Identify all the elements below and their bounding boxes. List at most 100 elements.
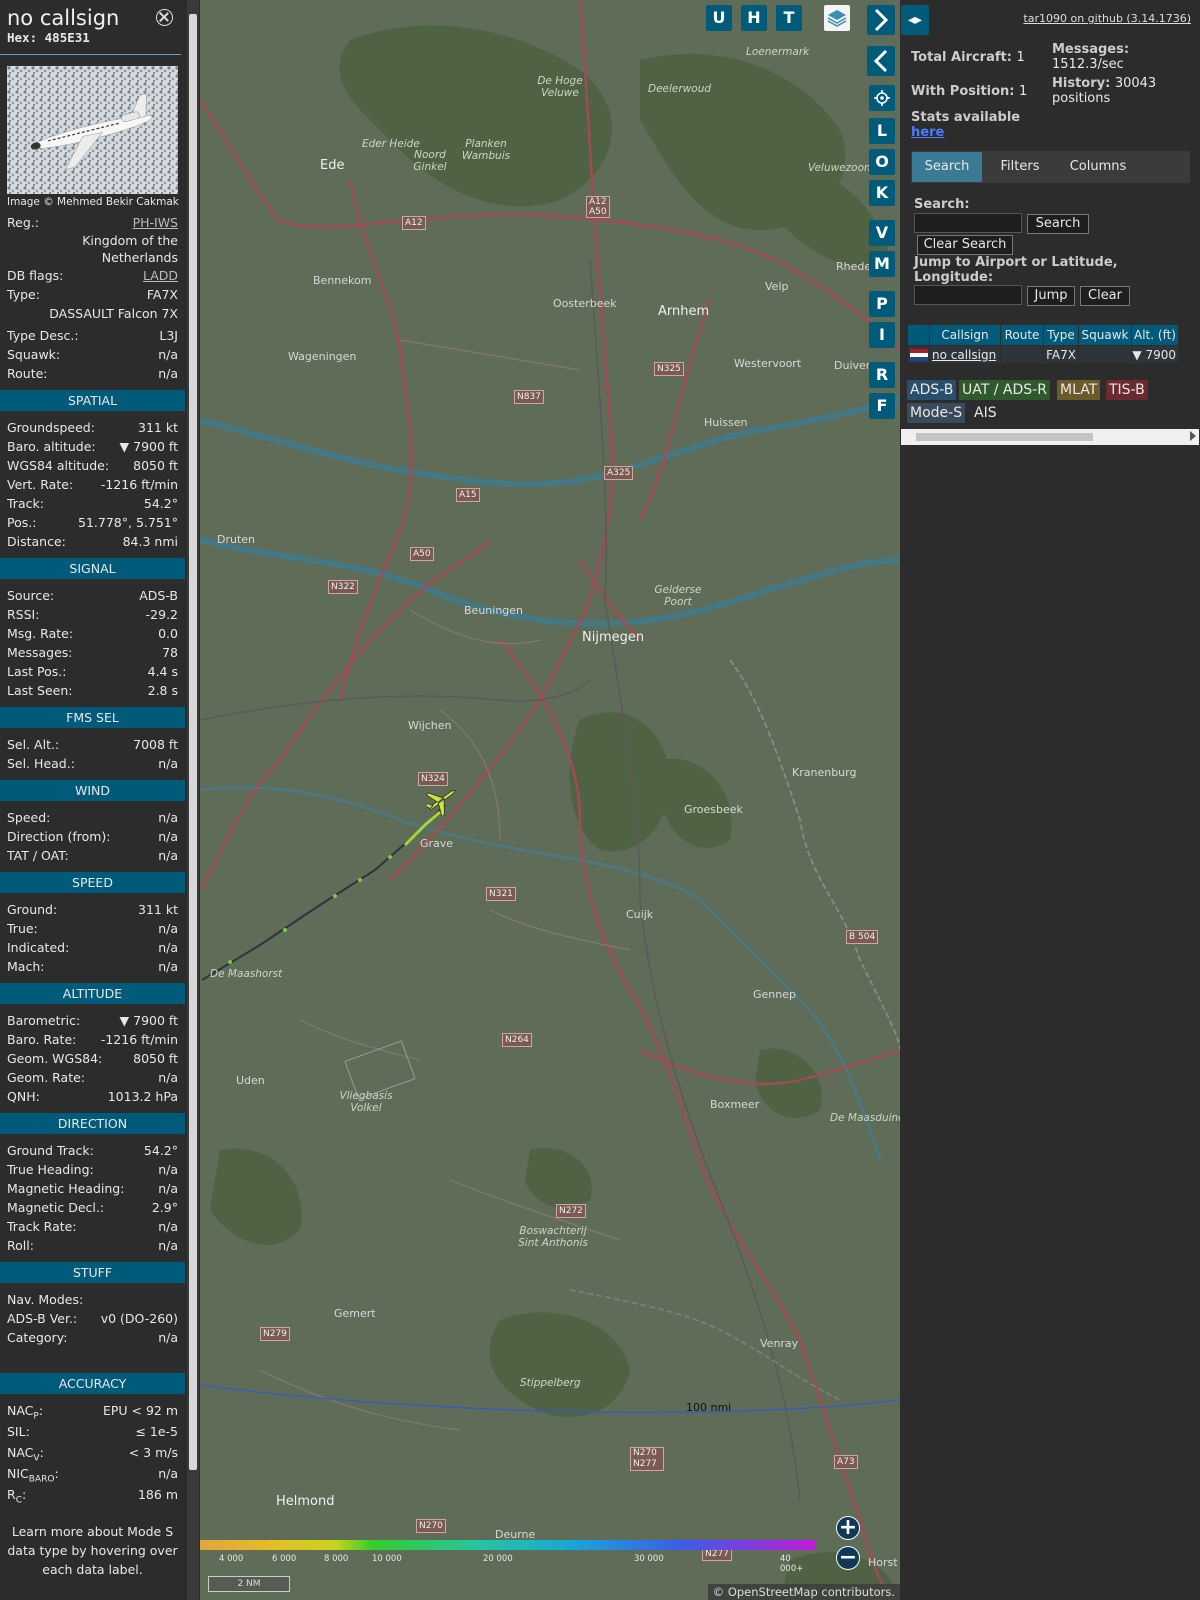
speed-label: Indicated: <box>7 940 70 955</box>
toggle-l-button[interactable]: L <box>869 118 895 144</box>
tab-filters[interactable]: Filters <box>985 152 1055 182</box>
stuff-value: n/a <box>158 1330 178 1345</box>
ladd-link[interactable]: LADD <box>143 266 178 285</box>
accuracy-value: < 3 m/s <box>128 1445 178 1460</box>
signal-label: Last Pos.: <box>7 664 67 679</box>
col-squawk[interactable]: Squawk <box>1079 325 1131 345</box>
nature-label: Veluwezoom <box>808 162 875 174</box>
place-label: Cuijk <box>626 908 654 921</box>
spatial-label: Vert. Rate: <box>7 477 74 492</box>
toggle-h-button[interactable]: H <box>741 5 767 31</box>
place-label: Kranenburg <box>792 766 857 779</box>
toggle-o-button[interactable]: O <box>869 149 895 175</box>
aircraft-marker-icon[interactable] <box>426 786 460 816</box>
stats-label: Stats available <box>911 110 1021 125</box>
aircraft-header: no callsign Hex: 485E31 <box>0 0 181 55</box>
stats-here-link[interactable]: here <box>911 125 1020 140</box>
close-icon[interactable] <box>156 9 173 26</box>
toggle-v-button[interactable]: V <box>869 220 895 246</box>
altitude-rows: Barometric: ▼ 7900 ft Baro. Rate: -1216 ft/… <box>0 1011 185 1106</box>
clear-search-button[interactable]: Clear Search <box>917 235 1013 255</box>
aircraft-photo[interactable] <box>7 66 178 194</box>
hex-label: Hex: <box>7 30 38 45</box>
signal-value: 78 <box>162 645 178 660</box>
spatial-label: Groundspeed: <box>7 420 95 435</box>
speed-value: n/a <box>158 940 178 955</box>
place-label: Rhede <box>836 260 872 273</box>
source-adsb-badge: ADS-B <box>907 380 957 400</box>
signal-row: Last Pos.: 4.4 s <box>0 662 185 681</box>
toggle-t-button[interactable]: T <box>776 5 802 31</box>
toggle-k-button[interactable]: K <box>869 180 895 206</box>
signal-label: Messages: <box>7 645 73 660</box>
jump-input[interactable] <box>914 285 1022 305</box>
info-scrollbar[interactable] <box>187 0 199 1600</box>
stuff-label: ADS-B Ver.: <box>7 1311 78 1326</box>
toggle-p-button[interactable]: P <box>869 291 895 317</box>
nature-label: De Hoge Veluwe <box>537 75 583 99</box>
zoom-out-icon[interactable]: − <box>836 1546 860 1570</box>
squawk-label: Squawk: <box>7 347 61 362</box>
table-horizontal-scrollbar[interactable] <box>901 429 1199 445</box>
place-label: Grave <box>420 837 454 850</box>
section-stuff: STUFF <box>0 1262 185 1283</box>
toggle-f-button[interactable]: F <box>869 393 895 419</box>
col-route[interactable]: Route <box>1001 325 1043 345</box>
search-button[interactable]: Search <box>1027 214 1089 234</box>
image-credit: Image © Mehmed Bekir Cakmak <box>7 196 179 208</box>
tab-search[interactable]: Search <box>912 152 982 182</box>
col-altitude[interactable]: Alt. (ft) <box>1132 325 1178 345</box>
accuracy-value: EPU < 92 m <box>102 1403 178 1418</box>
place-label: Venray <box>760 1337 799 1350</box>
accuracy-value: n/a <box>158 1466 178 1481</box>
fms-row: Sel. Alt.: 7008 ft <box>0 735 185 754</box>
spatial-label: Track: <box>7 496 44 511</box>
table-scrollbar-thumb[interactable] <box>916 433 1093 441</box>
tab-columns[interactable]: Columns <box>1058 152 1138 182</box>
expand-right-icon[interactable] <box>867 5 895 35</box>
place-label: Gemert <box>334 1307 376 1320</box>
country-line-2: Netherlands <box>101 250 178 265</box>
github-link[interactable]: tar1090 on github (3.14.1736) <box>1023 12 1191 25</box>
search-input[interactable] <box>914 213 1022 233</box>
resize-sidebar-icon[interactable]: ◂▸ <box>901 5 929 35</box>
map[interactable]: Ede Bennekom Wageningen Oosterbeek Arnhe… <box>200 0 900 1600</box>
row-callsign[interactable]: no callsign <box>930 346 1000 363</box>
toggle-m-button[interactable]: M <box>869 251 895 277</box>
info-scrollbar-thumb[interactable] <box>189 14 197 1470</box>
route-label: Route: <box>7 366 48 381</box>
jump-button[interactable]: Jump <box>1027 286 1075 306</box>
speed-value: 311 kt <box>138 902 178 917</box>
direction-row: Roll: n/a <box>0 1236 185 1255</box>
clear-button[interactable]: Clear <box>1080 286 1130 306</box>
direction-value: 54.2° <box>143 1143 178 1158</box>
place-label: Duiven <box>834 359 873 372</box>
col-type[interactable]: Type <box>1044 325 1078 345</box>
settings-gear-icon[interactable] <box>869 85 895 111</box>
accuracy-label: SIL: <box>7 1424 30 1439</box>
collapse-left-icon[interactable] <box>867 46 895 76</box>
scale-bar: 2 NM <box>208 1576 290 1592</box>
registration-link[interactable]: PH-IWS <box>133 213 178 232</box>
row-squawk <box>1079 346 1131 363</box>
table-row[interactable]: no callsign FA7X ▼ 7900 <box>908 346 1178 363</box>
toggle-u-button[interactable]: U <box>706 5 732 31</box>
map-attribution[interactable]: © OpenStreetMap contributors. <box>707 1584 900 1600</box>
spatial-value: 54.2° <box>143 496 178 511</box>
layers-icon[interactable] <box>824 5 850 31</box>
source-tisb-badge: TIS-B <box>1106 380 1148 400</box>
fms-rows: Sel. Alt.: 7008 ft Sel. Head.: n/a <box>0 735 185 773</box>
wind-value: n/a <box>158 810 178 825</box>
spatial-row: Pos.: 51.778°, 5.751° <box>0 513 185 532</box>
toggle-r-button[interactable]: R <box>869 362 895 388</box>
zoom-in-icon[interactable]: + <box>836 1516 860 1540</box>
scroll-right-arrow-icon[interactable] <box>1190 431 1196 441</box>
selected-aircraft-panel: no callsign Hex: 485E31 Image © Mehmed B… <box>0 0 185 1600</box>
accuracy-label-text: NIC <box>7 1466 29 1481</box>
toggle-i-button[interactable]: I <box>869 322 895 348</box>
speed-value: n/a <box>158 959 178 974</box>
dbflags-row: DB flags: LADD <box>0 266 185 285</box>
source-mlat-badge: MLAT <box>1057 380 1101 400</box>
messages-label: Messages: <box>1052 42 1130 57</box>
col-callsign[interactable]: Callsign <box>930 325 1000 345</box>
